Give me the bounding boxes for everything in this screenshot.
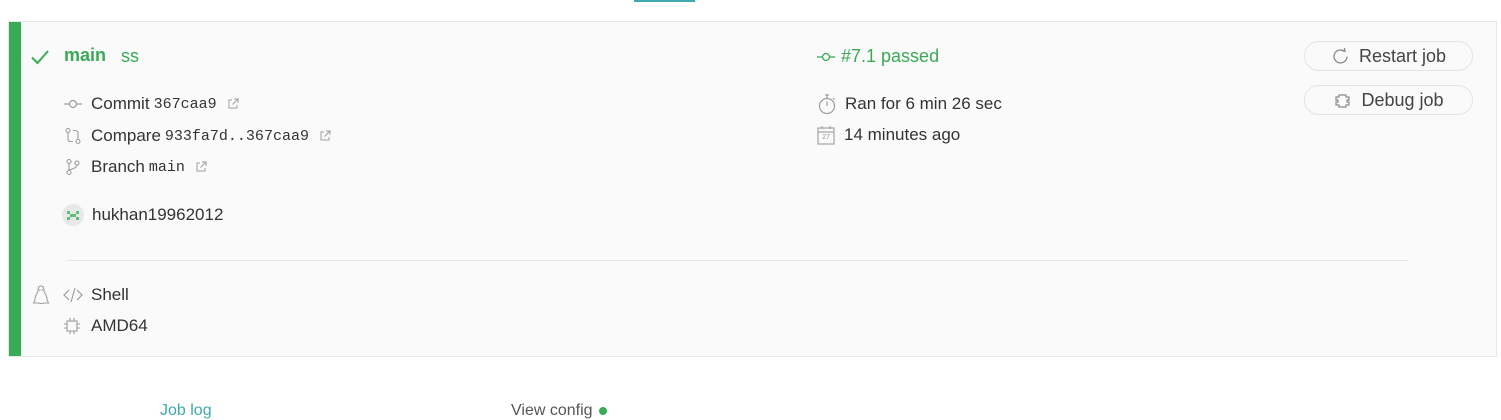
- commit-label: Commit: [91, 94, 150, 113]
- author-row: hukhan19962012: [62, 204, 223, 226]
- language-text: Shell: [91, 285, 129, 304]
- branch-row: Branch main: [64, 157, 207, 177]
- restart-job-label: Restart job: [1358, 45, 1447, 66]
- linux-icon: [32, 285, 50, 305]
- branch-link[interactable]: main: [64, 45, 106, 66]
- job-summary-card: main ss Commit 367caa9 Compare 933fa7d..…: [8, 21, 1497, 357]
- divider: [67, 260, 1409, 261]
- debug-job-label: Debug job: [1361, 89, 1444, 110]
- restart-job-button[interactable]: Restart job: [1304, 41, 1473, 71]
- debug-icon: [1333, 91, 1352, 110]
- arch-text: AMD64: [91, 316, 148, 335]
- commit-icon: [817, 48, 835, 66]
- cpu-icon: [63, 317, 81, 335]
- tab-job-log[interactable]: Job log: [160, 402, 212, 420]
- status-bar: [9, 22, 21, 356]
- active-tab-indicator: [634, 0, 695, 2]
- check-icon: [30, 47, 50, 67]
- finished-text: 14 minutes ago: [844, 125, 961, 144]
- commit-row: Commit 367caa9: [64, 94, 239, 114]
- commit-message-link[interactable]: ss: [121, 46, 139, 67]
- compare-range-link[interactable]: 933fa7d..367caa9: [165, 128, 309, 145]
- arch-row: AMD64: [63, 316, 148, 336]
- job-status-text: #7.1 passed: [841, 46, 940, 66]
- debug-job-button[interactable]: Debug job: [1304, 85, 1473, 115]
- external-link-icon[interactable]: [319, 130, 331, 142]
- branch-label: Branch: [91, 157, 145, 176]
- compare-label: Compare: [91, 126, 161, 145]
- duration-row: Ran for 6 min 26 sec: [817, 93, 1002, 115]
- external-link-icon[interactable]: [227, 98, 239, 110]
- compare-icon: [64, 127, 82, 145]
- code-icon: [63, 287, 83, 303]
- author-name: hukhan19962012: [92, 205, 224, 224]
- calendar-day: 27: [822, 134, 830, 141]
- compare-row: Compare 933fa7d..367caa9: [64, 126, 331, 146]
- config-status-dot: [598, 406, 607, 415]
- job-status: #7.1 passed: [817, 46, 939, 67]
- calendar-icon: 27: [817, 125, 835, 145]
- duration-text: Ran for 6 min 26 sec: [845, 94, 1002, 113]
- stopwatch-icon: [817, 93, 837, 115]
- restart-icon: [1331, 47, 1350, 66]
- branch-name-link[interactable]: main: [149, 159, 185, 176]
- finished-row: 27 14 minutes ago: [817, 125, 960, 145]
- tab-view-config-label: View config: [511, 402, 593, 419]
- branch-icon: [64, 158, 82, 176]
- language-row: Shell: [63, 285, 129, 305]
- commit-sha-link[interactable]: 367caa9: [154, 96, 217, 113]
- external-link-icon[interactable]: [195, 161, 207, 173]
- tab-view-config[interactable]: View config: [511, 402, 607, 420]
- commit-icon: [64, 95, 82, 113]
- avatar: [62, 204, 84, 226]
